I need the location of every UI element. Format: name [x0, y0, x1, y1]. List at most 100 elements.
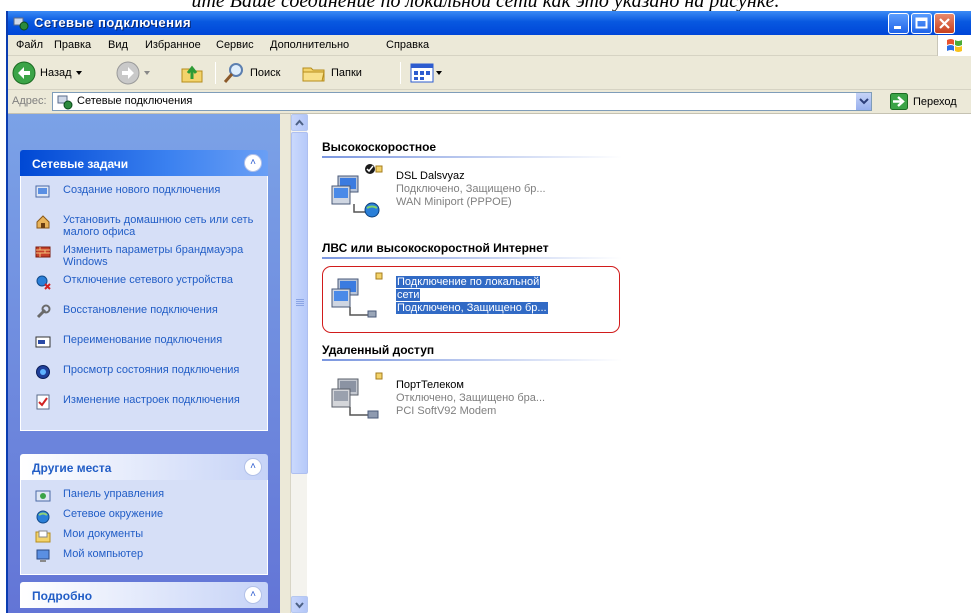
menu-view[interactable]: Вид — [108, 39, 128, 51]
group-divider — [322, 156, 622, 158]
group-title-dialup: Удаленный доступ — [322, 343, 435, 357]
new-connection-icon — [35, 185, 50, 198]
chevron-down-icon — [144, 71, 150, 75]
connection-status: Подключено, Защищено бр... — [396, 183, 546, 195]
connection-name: DSL Dalsvyaz — [396, 170, 465, 182]
menu-favorites[interactable]: Избранное — [145, 39, 201, 51]
go-button[interactable]: Переход — [890, 93, 957, 110]
home-network-icon — [36, 215, 50, 229]
back-label: Назад — [40, 67, 72, 79]
place-my-computer[interactable]: Мой компьютер — [21, 548, 267, 568]
connection-dialup-text: ПортТелеком Отключено, Защищено бра... P… — [396, 379, 545, 418]
details-title: Подробно — [32, 589, 93, 603]
collapse-icon[interactable]: ˄ — [244, 586, 262, 604]
menu-help[interactable]: Справка — [386, 39, 429, 51]
task-disable-device[interactable]: Отключение сетевого устройства — [21, 274, 267, 304]
folders-button[interactable]: Папки — [301, 56, 362, 90]
network-tasks-list: Создание нового подключения Установить д… — [20, 176, 268, 431]
group-title-lan: ЛВС или высокоскоростной Интернет — [322, 241, 549, 255]
vertical-scrollbar[interactable] — [290, 114, 308, 613]
scroll-grip — [296, 299, 304, 307]
status-icon — [36, 365, 50, 379]
menu-file[interactable]: Файл — [16, 39, 43, 51]
standard-toolbar: Назад Поиск Папки — [8, 56, 971, 90]
views-icon — [410, 63, 434, 83]
connection-device: WAN Miniport (PPPOE) — [396, 196, 512, 208]
chevron-down-icon — [295, 602, 304, 609]
other-places-list: Панель управления Сетевое окружение Мои … — [20, 480, 268, 575]
toolbar-separator — [400, 62, 401, 84]
menu-extra[interactable]: Дополнительно — [270, 39, 349, 51]
task-rename-connection[interactable]: Переименование подключения — [21, 334, 267, 364]
rename-icon — [35, 336, 51, 348]
toolbar-separator — [215, 62, 216, 84]
collapse-icon[interactable]: ˄ — [244, 458, 262, 476]
folders-label: Папки — [331, 67, 362, 79]
connection-dialup[interactable]: ПортТелеком Отключено, Защищено бра... P… — [330, 371, 630, 431]
address-bar: Адрес: Сетевые подключения Переход — [8, 90, 971, 114]
views-button[interactable] — [410, 56, 444, 90]
other-places-header[interactable]: Другие места ˄ — [20, 454, 268, 480]
dialup-connection-icon — [331, 372, 383, 419]
folders-icon — [302, 67, 325, 82]
forward-button[interactable] — [116, 56, 154, 90]
scroll-up-button[interactable] — [291, 114, 308, 131]
collapse-icon[interactable]: ˄ — [244, 154, 262, 172]
address-field[interactable]: Сетевые подключения — [52, 92, 872, 111]
address-dropdown-button[interactable] — [855, 93, 871, 110]
windows-flag-icon — [947, 39, 962, 52]
address-value: Сетевые подключения — [77, 95, 193, 107]
network-tasks-header[interactable]: Сетевые задачи ˄ — [20, 150, 268, 176]
details-panel: Подробно ˄ — [20, 582, 268, 608]
highlight-outline — [322, 266, 620, 333]
connection-status: Отключено, Защищено бра... — [396, 392, 546, 404]
folder-up-icon — [181, 65, 203, 83]
back-button[interactable]: Назад — [12, 56, 86, 90]
minimize-button[interactable] — [888, 13, 909, 34]
menu-edit[interactable]: Правка — [54, 39, 91, 51]
scroll-down-button[interactable] — [291, 596, 308, 613]
network-connections-icon — [13, 17, 29, 31]
task-change-settings[interactable]: Изменение настроек подключения — [21, 394, 267, 424]
disable-device-icon — [36, 275, 51, 290]
search-icon — [223, 63, 243, 83]
close-button[interactable] — [934, 13, 955, 34]
other-places-title: Другие места — [32, 461, 112, 475]
task-view-status[interactable]: Просмотр состояния подключения — [21, 364, 267, 394]
network-tasks-title: Сетевые задачи — [32, 157, 129, 171]
group-title-highspeed: Высокоскоростное — [322, 140, 437, 154]
search-button[interactable]: Поиск — [222, 56, 280, 90]
chevron-down-icon — [75, 71, 82, 75]
title-bar[interactable]: Сетевые подключения — [8, 11, 971, 35]
close-icon — [939, 18, 950, 29]
menu-bar: Файл Правка Вид Избранное Сервис Дополни… — [8, 35, 971, 56]
place-network-neighborhood[interactable]: Сетевое окружение — [21, 508, 267, 528]
menu-tools[interactable]: Сервис — [216, 39, 254, 51]
go-label: Переход — [913, 95, 957, 108]
task-repair-connection[interactable]: Восстановление подключения — [21, 304, 267, 334]
pane-splitter[interactable] — [280, 114, 290, 613]
task-firewall-settings[interactable]: Изменить параметры брандмауэра Windows — [21, 244, 267, 274]
task-home-network[interactable]: Установить домашнюю сеть или сеть малого… — [21, 214, 267, 244]
connection-device: PCI SoftV92 Modem — [396, 405, 497, 417]
chevron-down-icon — [859, 98, 869, 105]
other-places-panel: Другие места ˄ Панель управления Сетевое… — [20, 454, 268, 575]
scroll-thumb[interactable] — [291, 132, 308, 474]
details-header[interactable]: Подробно ˄ — [20, 582, 268, 608]
connections-view: Высокоскоростное DSL Dalsvyaz Подключено… — [308, 114, 971, 613]
minimize-icon — [894, 26, 901, 29]
task-pane: Сетевые задачи ˄ Создание нового подключ… — [8, 114, 280, 613]
up-folder-button[interactable] — [180, 56, 206, 90]
place-my-documents[interactable]: Мои документы — [21, 528, 267, 548]
place-control-panel[interactable]: Панель управления — [21, 488, 267, 508]
task-create-connection[interactable]: Создание нового подключения — [21, 184, 267, 214]
group-divider — [322, 359, 622, 361]
maximize-button[interactable] — [911, 13, 932, 34]
explorer-window: Сетевые подключения Файл Правка Вид Избр… — [6, 11, 971, 613]
connection-dsl[interactable]: DSL Dalsvyaz Подключено, Защищено бр... … — [330, 162, 630, 222]
window-title: Сетевые подключения — [34, 15, 192, 30]
broadband-connection-icon — [331, 164, 383, 218]
firewall-icon — [35, 246, 51, 258]
instruction-caption: ите Ваше соединение по локальной сети ка… — [191, 0, 780, 11]
go-arrow-icon — [890, 93, 908, 110]
